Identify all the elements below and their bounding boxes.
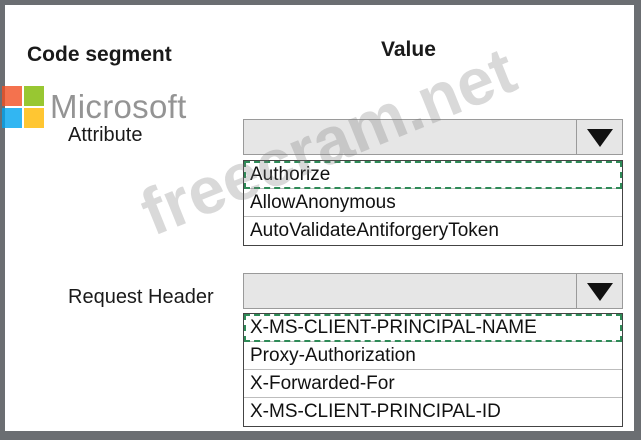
- code-segment-header: Code segment: [27, 43, 172, 66]
- triangle-down-icon: [587, 129, 613, 147]
- attribute-dropdown-button[interactable]: [576, 120, 622, 154]
- request-header-option-x-forwarded-for[interactable]: X-Forwarded-For: [244, 370, 622, 398]
- microsoft-logo-text: Microsoft: [50, 88, 187, 125]
- request-header-dropdown-button[interactable]: [576, 274, 622, 308]
- triangle-down-icon: [587, 283, 613, 301]
- request-header-option-principal-name[interactable]: X-MS-CLIENT-PRINCIPAL-NAME: [244, 314, 622, 342]
- request-header-dropdown[interactable]: [243, 273, 623, 309]
- attribute-option-autovalidateantiforgerytoken[interactable]: AutoValidateAntiforgeryToken: [244, 217, 622, 245]
- attribute-option-authorize[interactable]: Authorize: [244, 161, 622, 189]
- value-header: Value: [381, 38, 436, 61]
- request-header-label: Request Header: [68, 286, 214, 308]
- request-header-option-proxy-authorization[interactable]: Proxy-Authorization: [244, 342, 622, 370]
- attribute-options-list: Authorize AllowAnonymous AutoValidateAnt…: [243, 160, 623, 246]
- request-header-options-list: X-MS-CLIENT-PRINCIPAL-NAME Proxy-Authori…: [243, 313, 623, 427]
- attribute-dropdown[interactable]: [243, 119, 623, 155]
- microsoft-logo: Microsoft: [2, 86, 187, 128]
- attribute-option-allowanonymous[interactable]: AllowAnonymous: [244, 189, 622, 217]
- attribute-label: Attribute: [68, 124, 143, 146]
- request-header-option-principal-id[interactable]: X-MS-CLIENT-PRINCIPAL-ID: [244, 398, 622, 426]
- microsoft-logo-icon: [2, 86, 44, 128]
